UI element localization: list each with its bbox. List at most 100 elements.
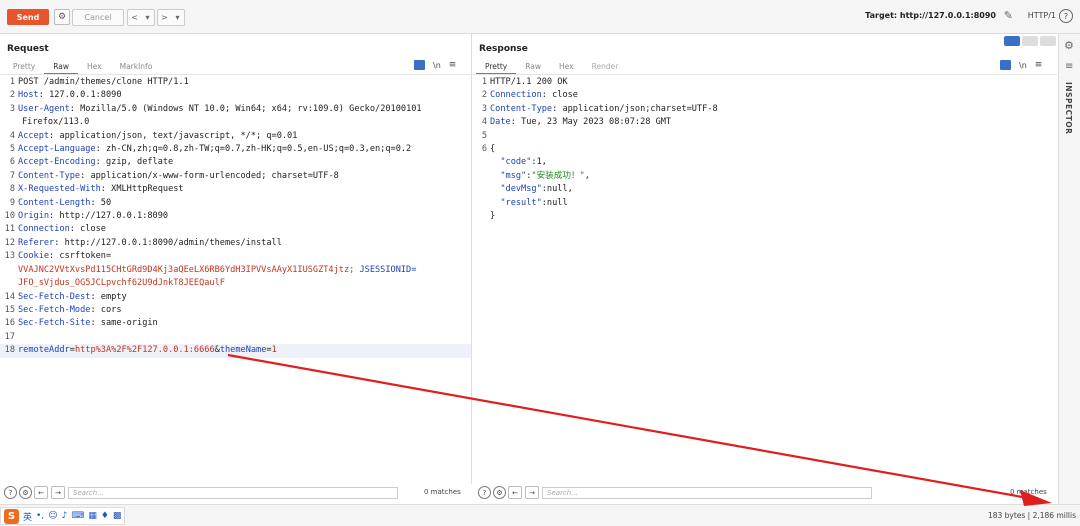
help-icon[interactable]: ? bbox=[1059, 9, 1073, 23]
tab-raw[interactable]: Raw bbox=[516, 61, 550, 73]
line-content bbox=[18, 331, 471, 344]
code-line: 5 bbox=[472, 130, 1057, 143]
search-input[interactable]: Search... bbox=[542, 486, 872, 499]
line-number: 16 bbox=[4, 318, 15, 329]
ime-logo[interactable]: S bbox=[4, 508, 19, 524]
header-value: application/x-www-form-urlencoded; chars… bbox=[85, 170, 339, 181]
microphone-icon[interactable]: ♪ bbox=[62, 511, 68, 521]
newline-toggle[interactable]: \n bbox=[1019, 61, 1027, 70]
forward-button[interactable]: > bbox=[158, 10, 171, 25]
response-pane: Response Pretty Raw Hex Render \n ≡ 1 HTT… bbox=[472, 34, 1057, 484]
help-icon[interactable]: ? bbox=[4, 486, 17, 499]
line-text: POST /admin/themes/clone HTTP/1.1 bbox=[18, 77, 189, 87]
menu-icon[interactable]: ≡ bbox=[1035, 60, 1043, 70]
line-number: 15 bbox=[4, 304, 15, 315]
line-content: Accept-Language: zh-CN,zh;q=0.8,zh-TW;q=… bbox=[18, 143, 471, 156]
settings-icon[interactable]: ⚙ bbox=[493, 486, 506, 499]
code-line: 3 User-Agent: Mozilla/5.0 (Windows NT 10.… bbox=[0, 103, 471, 116]
line-number bbox=[472, 210, 490, 223]
header-name: Host bbox=[18, 90, 39, 101]
line-content: POST /admin/themes/clone HTTP/1.1 bbox=[18, 76, 471, 89]
tab-hex[interactable]: Hex bbox=[550, 61, 583, 73]
emoji-icon[interactable]: ☺ bbox=[48, 511, 57, 521]
line-number: 12 bbox=[4, 237, 15, 248]
keyboard-icon[interactable]: ⌨ bbox=[71, 511, 84, 521]
inspector-menu-icon[interactable]: ≡ bbox=[1065, 61, 1073, 72]
protocol-label[interactable]: HTTP/1 bbox=[1028, 11, 1056, 20]
inspector-tab[interactable]: INSPECTOR bbox=[1064, 82, 1073, 134]
header-value: gzip, deflate bbox=[100, 157, 174, 168]
tab-pretty[interactable]: Pretty bbox=[4, 61, 44, 73]
wrap-icon[interactable] bbox=[414, 60, 425, 70]
code-line: 3 Content-Type: application/json;charset=… bbox=[472, 103, 1057, 116]
line-number: 5 bbox=[9, 144, 15, 155]
line-content: Sec-Fetch-Dest: empty bbox=[18, 291, 471, 304]
line-number: 1 bbox=[9, 77, 15, 87]
toolbox-icon[interactable]: ▦ bbox=[88, 511, 97, 521]
tab-pretty[interactable]: Pretty bbox=[476, 61, 517, 75]
back-nav[interactable]: < ▾ bbox=[127, 9, 155, 26]
wrap-icon[interactable] bbox=[1000, 60, 1011, 70]
skin-icon[interactable]: ♦ bbox=[101, 511, 109, 521]
header-value: close bbox=[546, 90, 578, 101]
request-editor[interactable]: 1 POST /admin/themes/clone HTTP/1.1 2 Host:… bbox=[0, 76, 471, 358]
request-view-icons: \n ≡ bbox=[414, 60, 456, 70]
tab-raw[interactable]: Raw bbox=[44, 61, 79, 75]
header-value: application/json;charset=UTF-8 bbox=[557, 103, 718, 114]
forward-nav[interactable]: > ▾ bbox=[157, 9, 185, 26]
edit-target-icon[interactable]: ✎ bbox=[1004, 9, 1013, 22]
help-icon[interactable]: ? bbox=[478, 486, 491, 499]
search-input[interactable]: Search... bbox=[68, 486, 398, 499]
tab-markinfo[interactable]: MarkInfo bbox=[111, 61, 162, 73]
header-name: Sec-Fetch-Site bbox=[18, 318, 91, 329]
tab-render[interactable]: Render bbox=[583, 61, 628, 73]
code-line: 8 X-Requested-With: XMLHttpRequest bbox=[0, 183, 471, 196]
settings-icon[interactable]: ⚙ bbox=[19, 486, 32, 499]
menu-icon[interactable]: ≡ bbox=[449, 60, 457, 70]
header-value: 127.0.0.1:8090 bbox=[43, 90, 122, 101]
punctuation-icon[interactable]: •, bbox=[36, 511, 44, 521]
back-button[interactable]: < bbox=[128, 10, 141, 25]
code-line: 1 POST /admin/themes/clone HTTP/1.1 bbox=[0, 76, 471, 89]
next-match-icon[interactable]: → bbox=[525, 486, 539, 499]
line-number: 2 bbox=[9, 90, 15, 101]
layout-horizontal-icon[interactable] bbox=[1022, 36, 1038, 46]
gear-icon[interactable]: ⚙ bbox=[54, 9, 70, 25]
response-search-bar: ? ⚙ ← → Search... bbox=[478, 484, 872, 501]
json-comma: , bbox=[584, 170, 590, 181]
cookie-value: JFO_sVjdus_OG5JCLpvchf62U9dJnkT8JEEQaulF bbox=[18, 278, 225, 289]
next-match-icon[interactable]: → bbox=[51, 486, 65, 499]
back-dropdown-icon[interactable]: ▾ bbox=[141, 10, 154, 25]
line-content: "devMsg":null, bbox=[490, 183, 1057, 196]
line-content: Firefox/113.0 bbox=[18, 116, 471, 129]
response-editor[interactable]: 1 HTTP/1.1 200 OK 2 Connection: close 3 Conte… bbox=[472, 76, 1057, 223]
forward-dropdown-icon[interactable]: ▾ bbox=[171, 10, 184, 25]
line-content: JFO_sVjdus_OG5JCLpvchf62U9dJnkT8JEEQaulF bbox=[18, 277, 471, 290]
ime-mode[interactable]: 英 bbox=[23, 510, 32, 523]
header-name: Content-Type bbox=[18, 170, 81, 181]
previous-match-icon[interactable]: ← bbox=[34, 486, 48, 499]
code-line: 17 bbox=[0, 331, 471, 344]
layout-tabs-icon[interactable] bbox=[1040, 36, 1056, 46]
cookie-name: JSESSIONID= bbox=[359, 264, 417, 275]
header-value: zh-CN,zh;q=0.8,zh-TW;q=0.7,zh-HK;q=0.5,e… bbox=[100, 144, 412, 155]
line-number: 3 bbox=[481, 103, 487, 114]
line-content: remoteAddr=http%3A%2F%2F127.0.0.1:6666&t… bbox=[18, 344, 471, 357]
code-line: 16 Sec-Fetch-Site: same-origin bbox=[0, 317, 471, 330]
json-value: :null, bbox=[541, 184, 573, 195]
newline-toggle[interactable]: \n bbox=[433, 61, 441, 70]
line-number: 18 bbox=[4, 345, 15, 356]
cancel-button[interactable]: Cancel bbox=[72, 9, 124, 26]
line-content: Content-Type: application/json;charset=U… bbox=[490, 103, 1057, 116]
layout-split-icon[interactable] bbox=[1004, 36, 1020, 46]
tab-hex[interactable]: Hex bbox=[78, 61, 111, 73]
code-line: 11 Connection: close bbox=[0, 223, 471, 236]
header-name: Content-Length bbox=[18, 197, 91, 208]
grid-icon[interactable]: ▩ bbox=[113, 511, 122, 521]
line-text: HTTP/1.1 200 OK bbox=[490, 77, 568, 87]
line-number: 7 bbox=[9, 170, 15, 181]
send-button[interactable]: Send bbox=[7, 9, 49, 25]
header-name: Accept bbox=[18, 130, 50, 141]
previous-match-icon[interactable]: ← bbox=[508, 486, 522, 499]
settings-icon[interactable]: ⚙ bbox=[1064, 39, 1074, 52]
